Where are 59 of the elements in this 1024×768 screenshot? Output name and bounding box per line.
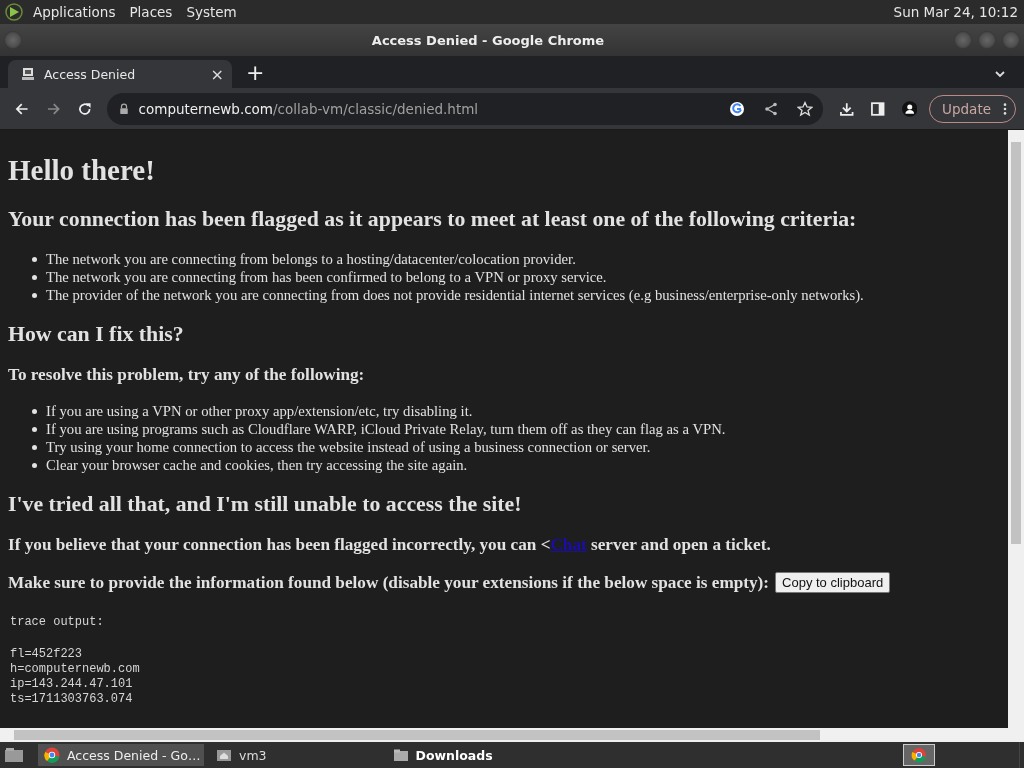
computer-icon <box>20 66 36 82</box>
taskbar-item[interactable]: Downloads <box>386 744 499 766</box>
list-item-text: If you are using programs such as Cloudflare WARP, iCloud Private Relay, turn them off as they can flag as a VPN. <box>46 420 726 438</box>
lock-icon <box>118 102 129 115</box>
panel-clock[interactable]: Sun Mar 24, 10:12 <box>893 4 1018 20</box>
list-item-text: The provider of the network you are connecting from does not provide residential internet services (e.g business/enterprise-only networks). <box>46 286 864 304</box>
taskbar-item[interactable]: vm3 <box>210 744 273 766</box>
section-heading: Your connection has been flagged as it appears to meet at least one of the following criteria: <box>8 207 858 232</box>
contact-text: If you believe that your connection has been flagged incorrectly, you can <Chat server and open a ticket. <box>8 535 772 555</box>
home-folder-icon <box>216 747 232 763</box>
trace-title: trace output: <box>10 615 105 630</box>
share-icon[interactable] <box>762 100 779 117</box>
bullet-icon <box>32 256 37 262</box>
trace-line: ip=143.244.47.101 <box>10 677 134 692</box>
tab-close-button[interactable]: × <box>210 64 224 84</box>
panel-menu[interactable]: Places <box>129 4 173 20</box>
vertical-scrollbar[interactable] <box>1008 130 1024 728</box>
window-title: Access Denied - Google Chrome <box>370 32 606 48</box>
url-text: computernewb.com/collab-vm/classic/denied.html <box>138 100 479 117</box>
browser-icon <box>44 747 60 763</box>
trace-line: fl=452f223 <box>10 647 83 662</box>
bullet-icon <box>32 408 37 414</box>
tab-title: Access Denied <box>44 66 137 82</box>
star-icon[interactable] <box>796 100 813 117</box>
list-item-text: The network you are connecting from belongs to a hosting/datacenter/colocation provider. <box>46 250 576 268</box>
horizontal-scrollbar[interactable] <box>0 728 1024 742</box>
trace-line: h=computernewb.com <box>10 662 141 677</box>
instruction-text: Make sure to provide the information found below (disable your extensions if the below space is empty): <box>8 572 770 593</box>
new-tab-button[interactable]: + <box>246 61 265 85</box>
bullet-icon <box>32 274 37 280</box>
desktop-icon[interactable] <box>4 747 24 763</box>
section-heading: How can I fix this? <box>8 322 185 347</box>
distro-logo-icon[interactable] <box>4 2 24 22</box>
browser-icon[interactable] <box>903 744 935 766</box>
subheading: To resolve this problem, try any of the following: <box>8 365 366 385</box>
side-panel-icon[interactable] <box>870 100 886 117</box>
bullet-icon <box>32 426 37 432</box>
bullet-icon <box>32 462 37 468</box>
panel-menu[interactable]: System <box>186 4 237 20</box>
bullet-icon <box>32 444 37 450</box>
list-item-text: The network you are connecting from has been confirmed to belong to a VPN or proxy service. <box>46 268 607 286</box>
taskbar-item[interactable]: Access Denied - Go… <box>38 744 204 766</box>
profile-icon[interactable] <box>901 100 918 117</box>
list-item-text: Clear your browser cache and cookies, then try accessing the site again. <box>46 456 468 474</box>
section-heading: I've tried all that, and I'm still unable to access the site! <box>8 492 523 517</box>
google-g-icon[interactable] <box>728 100 745 117</box>
page-heading: Hello there! <box>8 154 156 187</box>
reload-icon[interactable] <box>77 100 93 117</box>
browser-tab[interactable]: Access Denied × <box>8 60 232 88</box>
bullet-icon <box>32 292 37 298</box>
panel-menu[interactable]: Applications <box>33 4 116 20</box>
list-item-text: Try using your home connection to access the website instead of using a business connection or server. <box>46 438 651 456</box>
trace-line: ts=1711303763.074 <box>10 692 134 707</box>
address-bar[interactable]: computernewb.com/collab-vm/classic/denied.html <box>106 92 823 125</box>
download-icon[interactable] <box>838 100 855 117</box>
copy-button[interactable]: Copy to clipboard <box>775 572 891 593</box>
folder-icon <box>392 747 409 763</box>
more-vertical-icon[interactable] <box>1003 101 1007 116</box>
list-item-text: If you are using a VPN or other proxy app/extension/etc, try disabling it. <box>46 402 473 420</box>
